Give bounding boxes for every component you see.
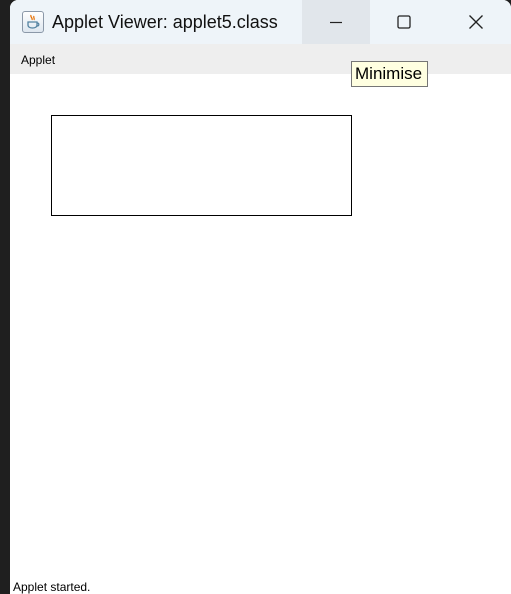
close-button[interactable]	[442, 0, 510, 44]
menu-bar: Applet	[10, 44, 511, 74]
applet-canvas[interactable]	[10, 74, 511, 578]
close-icon	[469, 15, 483, 29]
minimise-tooltip: Minimise	[351, 61, 428, 87]
title-bar[interactable]: Applet Viewer: applet5.class	[10, 0, 511, 44]
drawn-rectangle	[51, 115, 352, 216]
status-bar-text: Applet started.	[13, 580, 91, 594]
menu-applet[interactable]: Applet	[21, 53, 55, 67]
applet-viewer-window: Applet Viewer: applet5.class Applet Appl…	[10, 0, 511, 594]
java-cup-icon[interactable]	[22, 11, 44, 33]
maximize-button[interactable]	[370, 0, 438, 44]
maximize-icon	[397, 15, 411, 29]
minimize-button[interactable]	[302, 0, 370, 44]
minimize-icon	[330, 21, 342, 24]
window-title: Applet Viewer: applet5.class	[52, 12, 278, 32]
